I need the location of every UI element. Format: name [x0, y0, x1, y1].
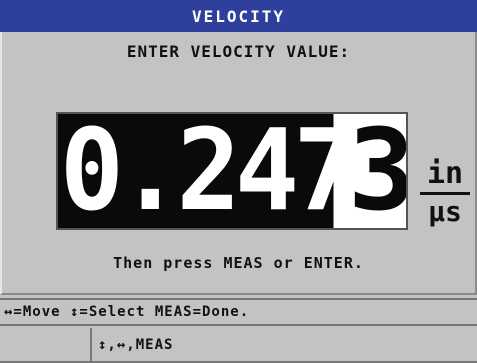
- active-digit-cursor[interactable]: 3: [348, 114, 406, 228]
- velocity-value-field[interactable]: 0.247 3: [56, 112, 408, 230]
- velocity-units: in µs: [416, 158, 474, 227]
- status-help-text: ↔=Move ↕=Select MEAS=Done.: [4, 304, 250, 320]
- entered-digits: 0.247: [58, 112, 357, 230]
- active-keys-label: ↕,↔,MEAS: [98, 336, 174, 353]
- key-bar-blank-cell: [0, 328, 92, 363]
- key-bar: ↕,↔,MEAS: [0, 328, 477, 363]
- key-bar-keys: ↕,↔,MEAS: [92, 328, 477, 363]
- instruction-text: Then press MEAS or ENTER.: [113, 254, 364, 272]
- title-bar: VELOCITY: [0, 0, 477, 32]
- status-bar: ↔=Move ↕=Select MEAS=Done.: [0, 298, 477, 326]
- prompt-text: ENTER VELOCITY VALUE:: [126, 42, 351, 61]
- unit-denominator: µs: [428, 195, 462, 228]
- unit-numerator: in: [426, 156, 464, 191]
- window-title: VELOCITY: [191, 6, 286, 26]
